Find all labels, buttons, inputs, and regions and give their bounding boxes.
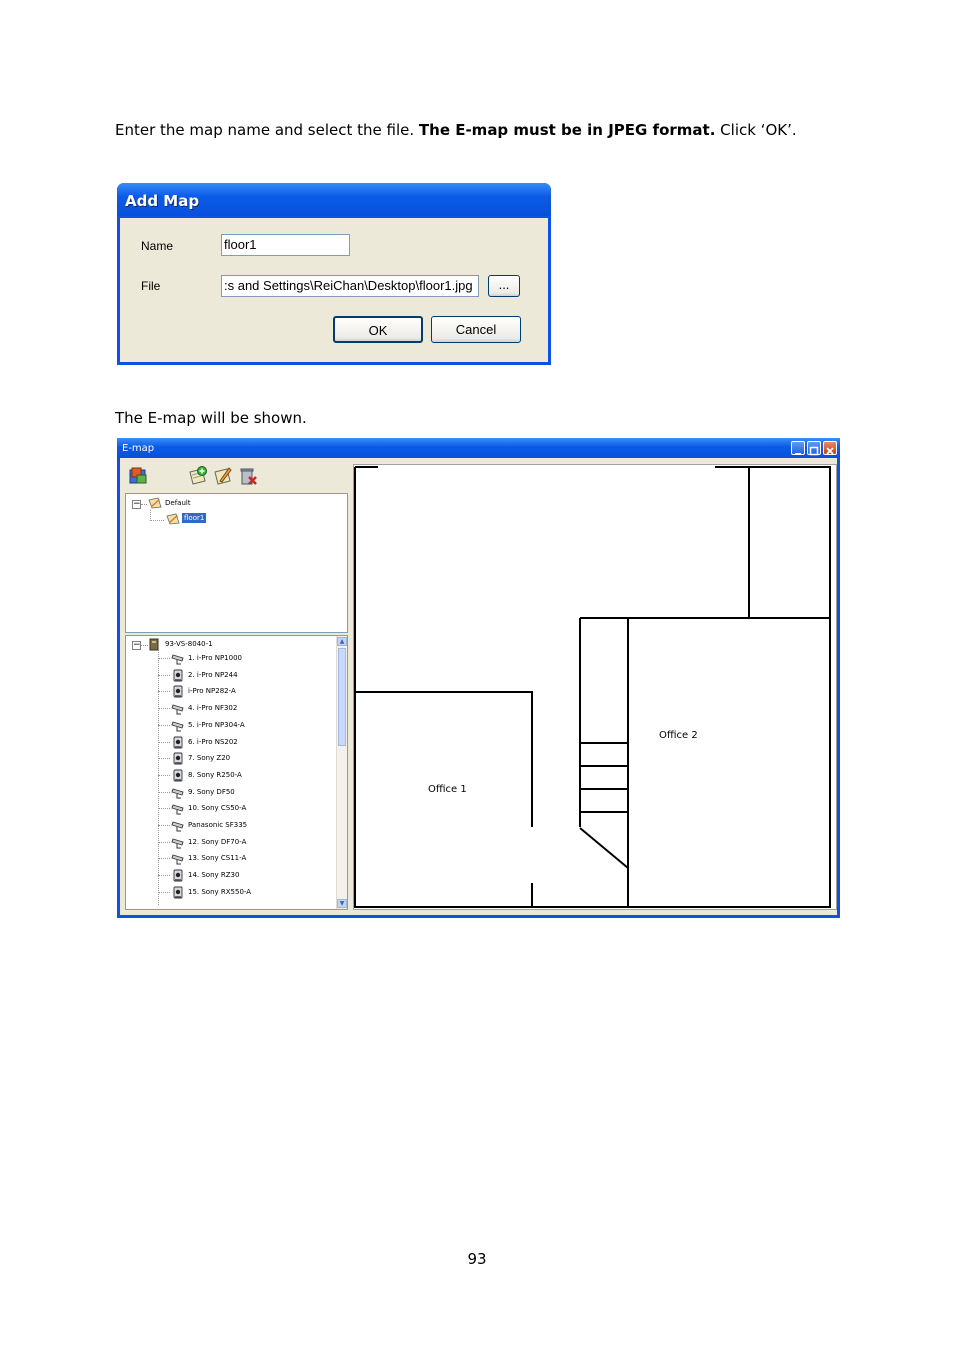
dialog-client-area: Name floor1 File :s and Settings\ReiChan… [120, 218, 548, 362]
bullet-camera-icon [171, 721, 184, 732]
bullet-camera-icon [171, 854, 184, 865]
floor-plan-drawing [354, 465, 831, 908]
camera-list-item[interactable]: 10. Sony CS50-A [126, 800, 336, 817]
map-file-icon [166, 513, 180, 525]
floor-map[interactable]: Office 1 Office 2 [353, 464, 837, 910]
browse-button[interactable]: ... [488, 275, 520, 297]
cancel-button[interactable]: Cancel [431, 316, 521, 343]
camera-list-item[interactable]: 13. Sony CS11-A [126, 850, 336, 867]
camera-label: 12. Sony DF70-A [188, 837, 247, 846]
camera-list-item[interactable]: 9. Sony DF50 [126, 784, 336, 801]
bullet-camera-icon [171, 804, 184, 815]
device-tree-root[interactable]: 93-VS-8040-1 [165, 640, 213, 648]
close-icon[interactable] [823, 441, 837, 455]
emap-window: E-map − Default floor1 − 93-VS-8040-1 1.… [117, 438, 840, 918]
emap-client-area: − Default floor1 − 93-VS-8040-1 1. i-Pro… [120, 458, 837, 915]
result-paragraph: The E-map will be shown. [115, 409, 307, 427]
camera-label: i-Pro NP282-A [188, 687, 236, 696]
bullet-camera-icon [171, 654, 184, 665]
instruction-text: Enter the map name and select the file. [115, 121, 419, 139]
delete-map-icon[interactable] [238, 466, 258, 486]
name-label: Name [141, 239, 174, 253]
camera-label: Panasonic SF335 [188, 821, 248, 829]
camera-list-item[interactable]: 12. Sony DF70-A [126, 834, 336, 851]
camera-list-item[interactable]: 4. i-Pro NF302 [126, 700, 336, 717]
camera-label: 10. Sony CS50-A [188, 804, 247, 813]
camera-list-item[interactable]: 8. Sony R250-A [126, 767, 336, 784]
map-tree-root[interactable]: Default [165, 499, 191, 507]
emap-title: E-map [117, 438, 840, 458]
dome-camera-icon [173, 669, 183, 682]
instruction-bold-text: The E-map must be in JPEG format. [418, 121, 716, 139]
camera-label: 14. Sony RZ30 [188, 871, 240, 880]
camera-label: 13. Sony CS11-A [188, 854, 247, 863]
dome-camera-icon [173, 869, 183, 882]
edit-map-icon[interactable] [213, 466, 233, 486]
camera-list-item[interactable]: 14. Sony RZ30 [126, 867, 336, 884]
device-tree-scrollbar[interactable]: ▲ ▼ [336, 636, 347, 909]
camera-label: 6. i-Pro NS202 [188, 737, 238, 746]
add-map-dialog: Add Map Name floor1 File :s and Settings… [117, 183, 551, 365]
device-tree: − 93-VS-8040-1 1. i-Pro NP1000 2. i-Pro N… [125, 635, 348, 910]
maximize-icon[interactable] [807, 441, 821, 456]
scroll-up-icon[interactable]: ▲ [337, 637, 347, 646]
camera-label: 2. i-Pro NP244 [188, 670, 238, 679]
camera-list-item[interactable]: 7. Sony Z20 [126, 750, 336, 767]
collapse-icon[interactable]: − [132, 500, 141, 509]
dome-camera-icon [173, 685, 183, 698]
file-input[interactable]: :s and Settings\ReiChan\Desktop\floor1.j… [221, 275, 479, 297]
camera-list-item[interactable]: 6. i-Pro NS202 [126, 734, 336, 751]
bullet-camera-icon [171, 821, 184, 832]
camera-list-item[interactable]: 2. i-Pro NP244 [126, 667, 336, 684]
dome-camera-icon [173, 752, 183, 765]
camera-label: 5. i-Pro NP304-A [188, 720, 245, 729]
camera-list-item[interactable]: i-Pro NP282-A [126, 683, 336, 700]
camera-label: 9. Sony DF50 [188, 787, 235, 796]
camera-list-item[interactable]: 5. i-Pro NP304-A [126, 717, 336, 734]
camera-label: 7. Sony Z20 [188, 754, 231, 763]
add-map-icon[interactable] [188, 466, 208, 486]
dome-camera-icon [173, 886, 183, 899]
camera-label: 4. i-Pro NF302 [188, 704, 238, 713]
camera-label: 8. Sony R250-A [188, 770, 242, 779]
device-collapse-icon[interactable]: − [132, 641, 141, 650]
camera-label: 15. Sony RX550-A [188, 887, 252, 896]
bullet-camera-icon [171, 788, 184, 799]
map-folder-icon [148, 497, 162, 509]
scroll-down-icon[interactable]: ▼ [337, 899, 347, 908]
camera-label: 1. i-Pro NP1000 [188, 654, 242, 662]
camera-list-item[interactable]: 15. Sony RX550-A [126, 884, 336, 901]
dome-camera-icon [173, 736, 183, 748]
dome-camera-icon [173, 769, 183, 782]
emap-main-icon[interactable] [128, 466, 148, 486]
office-2-label: Office 2 [659, 730, 698, 741]
bullet-camera-icon [171, 704, 184, 715]
scroll-thumb[interactable] [338, 648, 346, 746]
map-tree-item-floor1[interactable]: floor1 [182, 513, 207, 523]
bullet-camera-icon [171, 838, 184, 849]
ok-button[interactable]: OK [333, 316, 423, 343]
dialog-title: Add Map [117, 183, 551, 216]
file-label: File [141, 279, 161, 293]
name-input[interactable]: floor1 [221, 234, 350, 256]
minimize-icon[interactable] [791, 441, 805, 455]
instruction-text-end: Click ‘OK’. [715, 121, 797, 139]
camera-list-item[interactable]: 1. i-Pro NP1000 [126, 650, 336, 667]
page-number: 93 [467, 1250, 487, 1268]
camera-list-item[interactable]: Panasonic SF335 [126, 817, 336, 834]
instruction-paragraph: Enter the map name and select the file. … [115, 116, 845, 145]
map-tree: − Default floor1 [125, 493, 348, 633]
office-1-label: Office 1 [428, 784, 467, 795]
